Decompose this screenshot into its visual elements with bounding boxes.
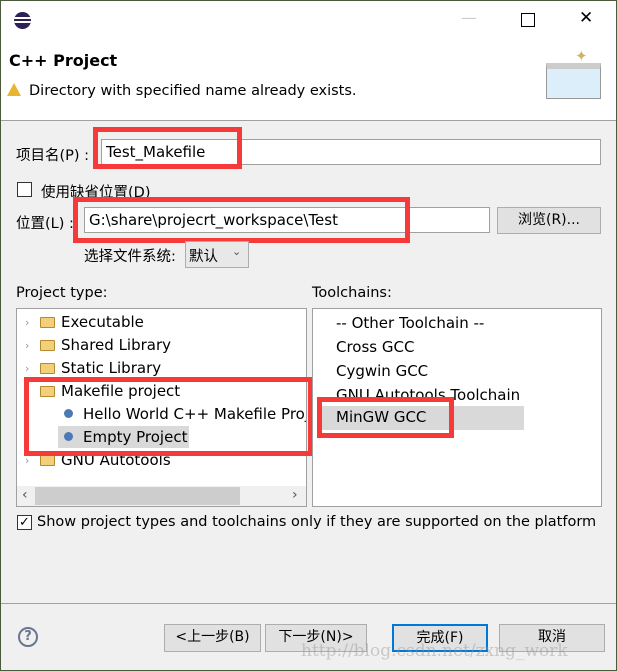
wizard-banner-icon xyxy=(546,63,601,99)
tree-item[interactable]: Shared Library xyxy=(40,334,171,356)
use-default-location-label: 使用缺省位置(D) xyxy=(41,185,151,201)
tree-item-label: GNU Autotools xyxy=(61,451,171,469)
scroll-right-arrow[interactable]: › xyxy=(292,487,298,503)
expand-chevron-icon[interactable]: › xyxy=(25,339,29,352)
toolchains-list[interactable]: -- Other Toolchain -- Cross GCC Cygwin G… xyxy=(312,308,602,507)
location-input[interactable]: G:\share\projecrt_workspace\Test xyxy=(84,207,490,233)
page-title: C++ Project xyxy=(9,51,118,70)
warning-icon xyxy=(7,83,21,96)
warning-message: Directory with specified name already ex… xyxy=(29,83,357,99)
toolchain-item[interactable]: Cygwin GCC xyxy=(336,360,428,382)
tree-item-selected[interactable]: Empty Project xyxy=(58,426,190,448)
footer-separator xyxy=(1,603,616,604)
scrollbar-thumb[interactable] xyxy=(35,487,240,505)
chevron-down-icon: ⌄ xyxy=(232,245,242,258)
toolchain-item[interactable]: GNU Autotools Toolchain xyxy=(336,384,520,406)
cpp-project-dialog: — ✕ C++ Project Directory with specified… xyxy=(0,0,617,671)
expand-chevron-icon[interactable]: › xyxy=(25,454,29,467)
toolchain-item[interactable]: -- Other Toolchain -- xyxy=(336,312,484,334)
location-label: 位置(L) : xyxy=(16,216,74,232)
show-supported-label: Show project types and toolchains only i… xyxy=(37,514,597,530)
tree-item[interactable]: Hello World C++ Makefile Project xyxy=(64,403,306,425)
tree-item[interactable]: Static Library xyxy=(40,357,161,379)
tree-item[interactable]: GNU Autotools xyxy=(40,449,171,471)
project-name-input[interactable]: Test_Makefile xyxy=(101,139,601,165)
project-icon xyxy=(64,432,73,441)
folder-icon xyxy=(40,363,55,374)
tree-item[interactable]: Executable xyxy=(40,311,144,333)
tree-item[interactable]: Makefile project xyxy=(40,380,180,402)
filesystem-label: 选择文件系统: xyxy=(84,249,176,265)
toolchains-label: Toolchains: xyxy=(312,285,392,301)
folder-icon xyxy=(40,455,55,466)
project-name-label: 项目名(P) : xyxy=(16,148,90,164)
toolchain-item[interactable]: Cross GCC xyxy=(336,336,414,358)
tree-item-label: Shared Library xyxy=(61,336,172,354)
minimize-button[interactable]: — xyxy=(461,8,477,27)
folder-open-icon xyxy=(40,386,55,397)
show-supported-checkbox[interactable]: ✓ xyxy=(17,515,32,530)
use-default-location-checkbox[interactable] xyxy=(17,182,32,197)
filesystem-value: 默认 xyxy=(189,249,218,265)
expand-chevron-icon[interactable]: › xyxy=(25,316,29,329)
tree-item-label: Hello World C++ Makefile Project xyxy=(83,405,306,423)
tree-item-label: Empty Project xyxy=(83,428,188,446)
folder-icon xyxy=(40,340,55,351)
scroll-left-arrow[interactable]: ‹ xyxy=(22,487,28,503)
filesystem-select[interactable]: 默认 ⌄ xyxy=(185,241,249,268)
tree-item-label: Makefile project xyxy=(61,382,181,400)
close-button[interactable]: ✕ xyxy=(579,8,593,28)
help-icon[interactable]: ? xyxy=(18,627,38,647)
project-type-label: Project type: xyxy=(16,285,108,301)
tree-item-label: Static Library xyxy=(61,359,162,377)
folder-icon xyxy=(40,317,55,328)
project-type-tree[interactable]: › Executable › Shared Library › Static L… xyxy=(16,308,307,507)
sparkle-icon: ✦ xyxy=(575,47,588,65)
back-button[interactable]: <上一步(B) xyxy=(164,624,261,652)
watermark: http://blog.csdn.net/zxng_work xyxy=(301,641,568,661)
eclipse-icon xyxy=(14,12,31,29)
tree-item-label: Executable xyxy=(61,313,144,331)
toolchain-item-selected[interactable]: MinGW GCC xyxy=(318,406,524,430)
expand-chevron-icon[interactable]: › xyxy=(25,362,29,375)
maximize-button[interactable] xyxy=(521,13,535,27)
browse-button[interactable]: 浏览(R)... xyxy=(497,207,601,234)
header-area: — ✕ C++ Project Directory with specified… xyxy=(1,1,616,121)
toolchain-item-label: MinGW GCC xyxy=(336,408,427,426)
project-icon xyxy=(64,409,73,418)
horizontal-scrollbar[interactable]: ‹ › xyxy=(17,486,306,506)
